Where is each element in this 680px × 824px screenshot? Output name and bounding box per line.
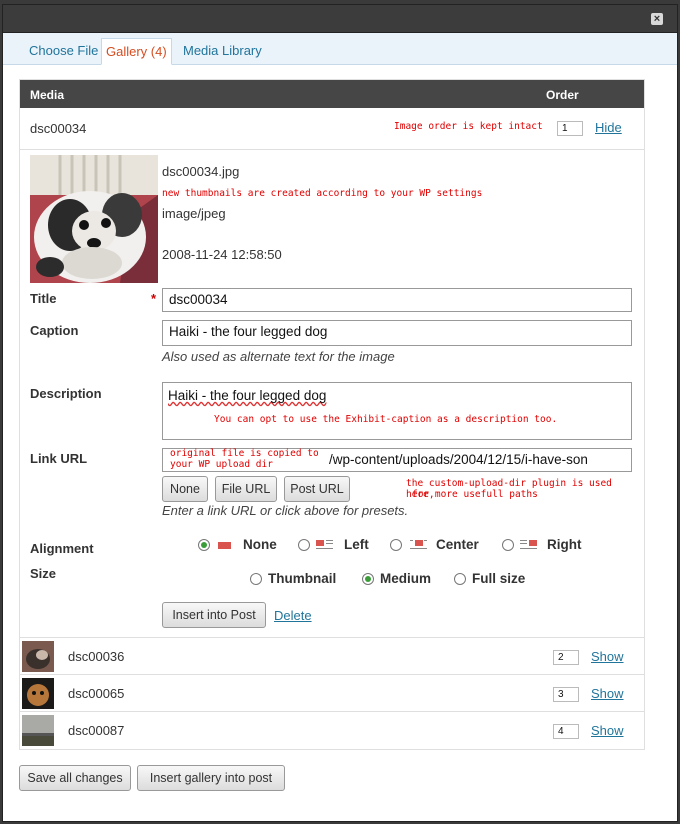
tab-bar: Choose File Gallery (4) Media Library bbox=[3, 33, 677, 65]
size-thumbnail-radio[interactable] bbox=[250, 573, 262, 585]
description-label: Description bbox=[30, 386, 102, 401]
media-dialog: × Choose File Gallery (4) Media Library … bbox=[2, 4, 678, 822]
image-thumbnail bbox=[30, 155, 158, 283]
required-marker: * bbox=[151, 291, 157, 306]
item-filename: dsc00036 bbox=[68, 649, 125, 664]
tab-choose-file[interactable]: Choose File bbox=[25, 38, 102, 65]
description-text: Haiki - the four legged dog bbox=[168, 388, 327, 403]
size-full-radio[interactable] bbox=[454, 573, 466, 585]
align-right-label: Right bbox=[547, 537, 582, 552]
item-filename: dsc00087 bbox=[68, 723, 125, 738]
size-full-label: Full size bbox=[472, 571, 526, 586]
link-post-url-button[interactable]: Post URL bbox=[284, 476, 350, 502]
image-thumbnail bbox=[22, 641, 54, 672]
image-thumbnail bbox=[22, 715, 54, 746]
align-left-radio[interactable] bbox=[298, 539, 310, 551]
order-input[interactable]: 3 bbox=[553, 687, 579, 702]
close-icon[interactable]: × bbox=[651, 13, 663, 25]
table-row: dsc00036 2 Show bbox=[20, 638, 644, 675]
show-link[interactable]: Show bbox=[591, 649, 624, 664]
alignment-label: Alignment bbox=[30, 541, 94, 556]
item-detail-panel: dsc00034.jpg new thumbnails are created … bbox=[20, 150, 644, 638]
link-none-button[interactable]: None bbox=[162, 476, 208, 502]
link-help-text: Enter a link URL or click above for pres… bbox=[162, 503, 409, 518]
file-upload-date: 2008-11-24 12:58:50 bbox=[162, 247, 282, 262]
align-center-radio[interactable] bbox=[390, 539, 402, 551]
image-thumbnail bbox=[22, 678, 54, 709]
insert-gallery-button[interactable]: Insert gallery into post bbox=[137, 765, 285, 791]
table-header: Media Order bbox=[20, 80, 644, 108]
hide-link[interactable]: Hide bbox=[595, 120, 622, 135]
delete-link[interactable]: Delete bbox=[274, 608, 312, 623]
align-right-icon bbox=[520, 540, 537, 549]
size-label: Size bbox=[30, 566, 57, 581]
caption-input[interactable]: Haiki - the four legged dog bbox=[162, 320, 632, 346]
size-thumbnail-label: Thumbnail bbox=[268, 571, 337, 586]
order-input[interactable]: 1 bbox=[557, 121, 583, 136]
annotation-link-1: original file is copied to bbox=[170, 448, 319, 459]
show-link[interactable]: Show bbox=[591, 686, 624, 701]
table-row: dsc00065 3 Show bbox=[20, 675, 644, 712]
save-all-changes-button[interactable]: Save all changes bbox=[19, 765, 131, 791]
link-file-url-button[interactable]: File URL bbox=[215, 476, 277, 502]
align-center-label: Center bbox=[436, 537, 479, 552]
item-filename: dsc00034 bbox=[30, 121, 87, 136]
caption-help-text: Also used as alternate text for the imag… bbox=[162, 349, 395, 364]
table-row: dsc00034 Image order is kept intact 1 Hi… bbox=[20, 108, 644, 150]
size-medium-label: Medium bbox=[380, 571, 432, 586]
align-left-icon bbox=[316, 540, 333, 549]
caption-label: Caption bbox=[30, 323, 79, 338]
show-link[interactable]: Show bbox=[591, 723, 624, 738]
table-row: dsc00087 4 Show bbox=[20, 712, 644, 749]
description-textarea[interactable]: Haiki - the four legged dog bbox=[162, 382, 632, 440]
media-table: Media Order dsc00034 Image order is kept… bbox=[19, 79, 645, 750]
column-order: Order bbox=[546, 88, 579, 102]
link-url-label: Link URL bbox=[30, 451, 88, 466]
align-right-radio[interactable] bbox=[502, 539, 514, 551]
annotation-description: You can opt to use the Exhibit-caption a… bbox=[214, 414, 558, 425]
dialog-titlebar: × bbox=[3, 5, 677, 33]
tab-gallery[interactable]: Gallery (4) bbox=[101, 38, 172, 65]
align-none-icon bbox=[218, 542, 231, 549]
order-input[interactable]: 4 bbox=[553, 724, 579, 739]
align-center-icon bbox=[410, 540, 427, 549]
insert-into-post-button[interactable]: Insert into Post bbox=[162, 602, 266, 628]
item-filename: dsc00065 bbox=[68, 686, 125, 701]
title-input[interactable]: dsc00034 bbox=[162, 288, 632, 312]
file-name: dsc00034.jpg bbox=[162, 164, 240, 179]
order-input[interactable]: 2 bbox=[553, 650, 579, 665]
tab-media-library[interactable]: Media Library bbox=[179, 38, 266, 65]
annotation-order: Image order is kept intact bbox=[394, 121, 543, 132]
file-mime-type: image/jpeg bbox=[162, 206, 226, 221]
size-medium-radio[interactable] bbox=[362, 573, 374, 585]
align-none-label: None bbox=[243, 537, 277, 552]
annotation-link-2: your WP upload dir bbox=[170, 459, 273, 470]
align-none-radio[interactable] bbox=[198, 539, 210, 551]
column-media: Media bbox=[30, 88, 65, 102]
annotation-plugin-2: for more usefull paths bbox=[412, 489, 538, 500]
annotation-thumbnails: new thumbnails are created according to … bbox=[162, 188, 483, 199]
align-left-label: Left bbox=[344, 537, 369, 552]
title-label: Title bbox=[30, 291, 57, 306]
